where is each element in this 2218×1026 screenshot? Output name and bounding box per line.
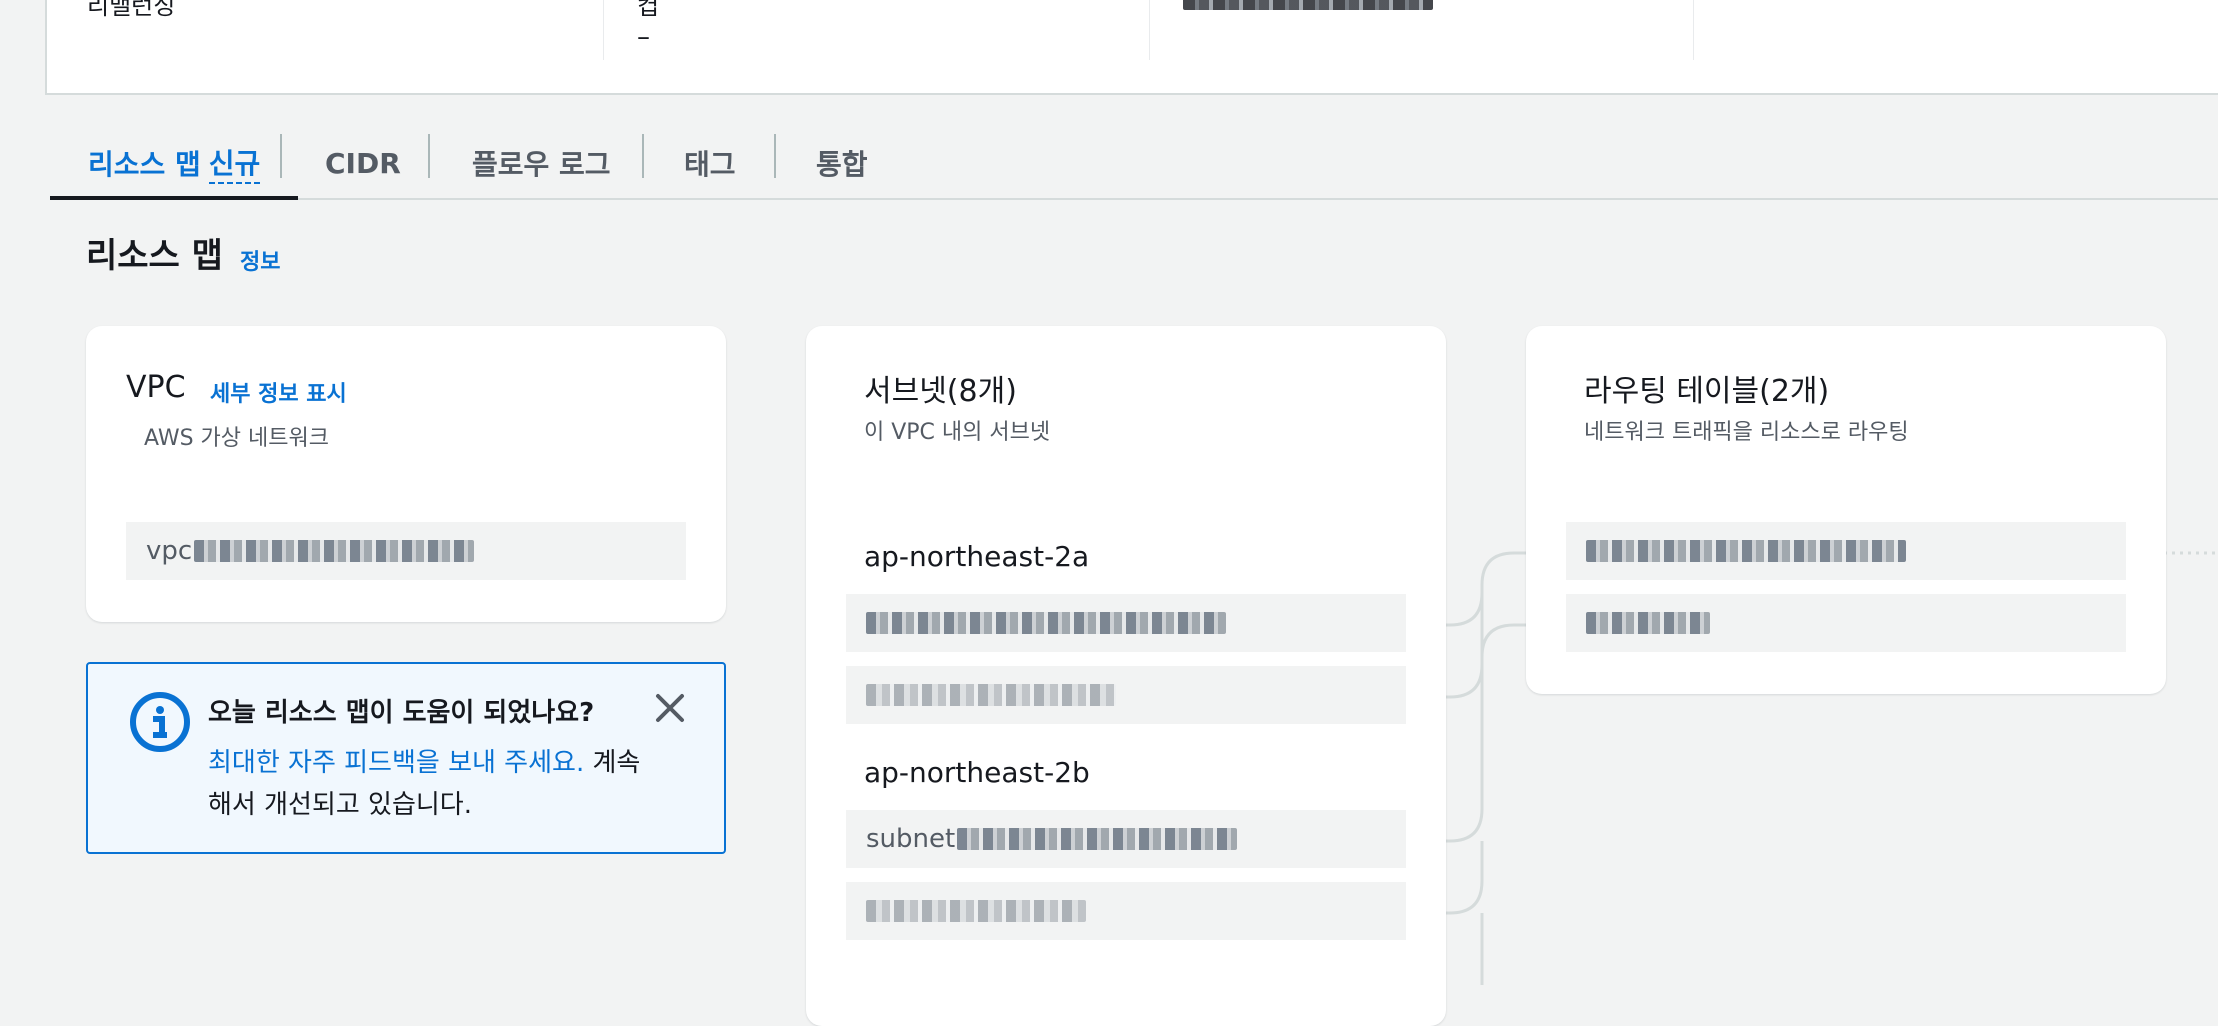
close-icon[interactable] bbox=[648, 686, 692, 730]
vpc-card-subtitle: AWS 가상 네트워크 bbox=[144, 426, 329, 451]
subnets-card-subtitle: 이 VPC 내의 서브넷 bbox=[864, 420, 1051, 445]
vpc-id-redacted bbox=[194, 540, 475, 562]
route-table-item[interactable] bbox=[1566, 522, 2126, 580]
subnet-item[interactable] bbox=[846, 666, 1406, 724]
subnet-item[interactable] bbox=[846, 594, 1406, 652]
route-tables-card-subtitle: 네트워크 트래픽을 리소스로 라우팅 bbox=[1584, 420, 1909, 445]
subnet-item[interactable] bbox=[846, 882, 1406, 940]
route-tables-card: 라우팅 테이블(2개) 네트워크 트래픽을 리소스로 라우팅 bbox=[1526, 326, 2166, 694]
vpc-details-link[interactable]: 세부 정보 표시 bbox=[210, 376, 347, 408]
az-label: ap-northeast-2a bbox=[864, 540, 1090, 573]
route-tables-card-title: 라우팅 테이블(2개) bbox=[1584, 374, 1830, 409]
feedback-body: 최대한 자주 피드백을 보내 주세요. 계속해서 개선되고 있습니다. bbox=[208, 742, 648, 826]
feedback-link[interactable]: 최대한 자주 피드백을 보내 주세요. bbox=[208, 748, 584, 778]
subnet-id-redacted bbox=[957, 828, 1238, 850]
vpc-resource-item[interactable]: vpc bbox=[126, 522, 686, 580]
subnets-card-title: 서브넷(8개) bbox=[864, 374, 1017, 409]
route-table-id-redacted bbox=[1586, 612, 1710, 634]
subnet-item[interactable]: subnet bbox=[846, 810, 1406, 868]
route-table-id-redacted bbox=[1586, 540, 1906, 562]
feedback-alert: 오늘 리소스 맵이 도움이 되었나요? 최대한 자주 피드백을 보내 주세요. … bbox=[86, 662, 726, 854]
subnet-id-redacted bbox=[866, 900, 1086, 922]
subnets-card: 서브넷(8개) 이 VPC 내의 서브넷 ap-northeast-2a ap-… bbox=[806, 326, 1446, 1026]
subnet-id-redacted bbox=[866, 612, 1226, 634]
subnet-id-prefix: subnet bbox=[866, 824, 956, 854]
subnet-id-redacted bbox=[866, 684, 1116, 706]
feedback-title: 오늘 리소스 맵이 도움이 되었나요? bbox=[208, 698, 595, 728]
vpc-card-title: VPC bbox=[126, 370, 186, 405]
vpc-card: VPC 세부 정보 표시 AWS 가상 네트워크 vpc bbox=[86, 326, 726, 622]
route-table-item[interactable] bbox=[1566, 594, 2126, 652]
info-icon bbox=[130, 692, 190, 752]
az-label: ap-northeast-2b bbox=[864, 756, 1090, 789]
vpc-id-prefix: vpc bbox=[146, 536, 193, 566]
